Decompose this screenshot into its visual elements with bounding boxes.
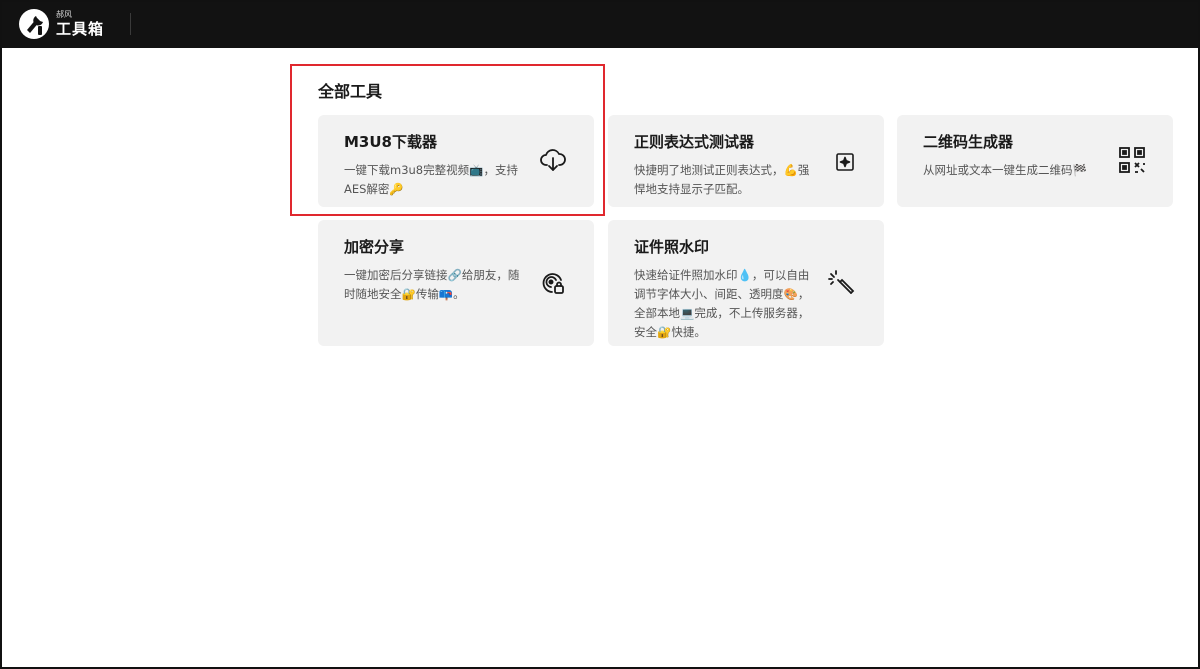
logo[interactable]: 郝风 工具箱 <box>18 0 104 48</box>
logo-subtitle: 郝风 <box>56 10 72 19</box>
qr-code-icon <box>1115 143 1149 177</box>
secure-share-icon <box>536 266 570 300</box>
magic-wand-icon <box>824 266 858 300</box>
tool-card-description: 从网址或文本一键生成二维码🏁 <box>923 163 1087 177</box>
tool-card-description: 快捷明了地测试正则表达式，💪强悍地支持显示子匹配。 <box>634 163 810 196</box>
tool-card-encrypted-share[interactable]: 加密分享 一键加密后分享链接🔗给朋友，随时随地安全🔐传输📪。 <box>318 220 594 346</box>
tool-card-id-photo-watermark[interactable]: 证件照水印 快速给证件照加水印💧，可以自由调节字体大小、间距、透明度🎨，全部本地… <box>608 220 884 346</box>
navbar-divider <box>130 13 132 35</box>
tool-card-title: 二维码生成器 <box>923 133 1014 151</box>
toolbox-logo-icon <box>19 9 49 39</box>
tool-card-title: 正则表达式测试器 <box>634 133 755 151</box>
tool-card-qr-generator[interactable]: 二维码生成器 从网址或文本一键生成二维码🏁 <box>897 115 1173 207</box>
sparkle-square-icon <box>828 145 862 179</box>
tool-card-regex-tester[interactable]: 正则表达式测试器 快捷明了地测试正则表达式，💪强悍地支持显示子匹配。 <box>608 115 884 207</box>
tool-card-title: 证件照水印 <box>634 238 710 256</box>
tool-card-description: 一键加密后分享链接🔗给朋友，随时随地安全🔐传输📪。 <box>344 268 520 301</box>
logo-title: 工具箱 <box>56 20 105 38</box>
tool-card-title: 加密分享 <box>344 238 405 256</box>
tool-card-description: 快速给证件照加水印💧，可以自由调节字体大小、间距、透明度🎨，全部本地💻完成，不上… <box>634 268 810 339</box>
selection-highlight-box <box>290 64 605 216</box>
top-navbar: 郝风 工具箱 <box>0 0 1200 48</box>
